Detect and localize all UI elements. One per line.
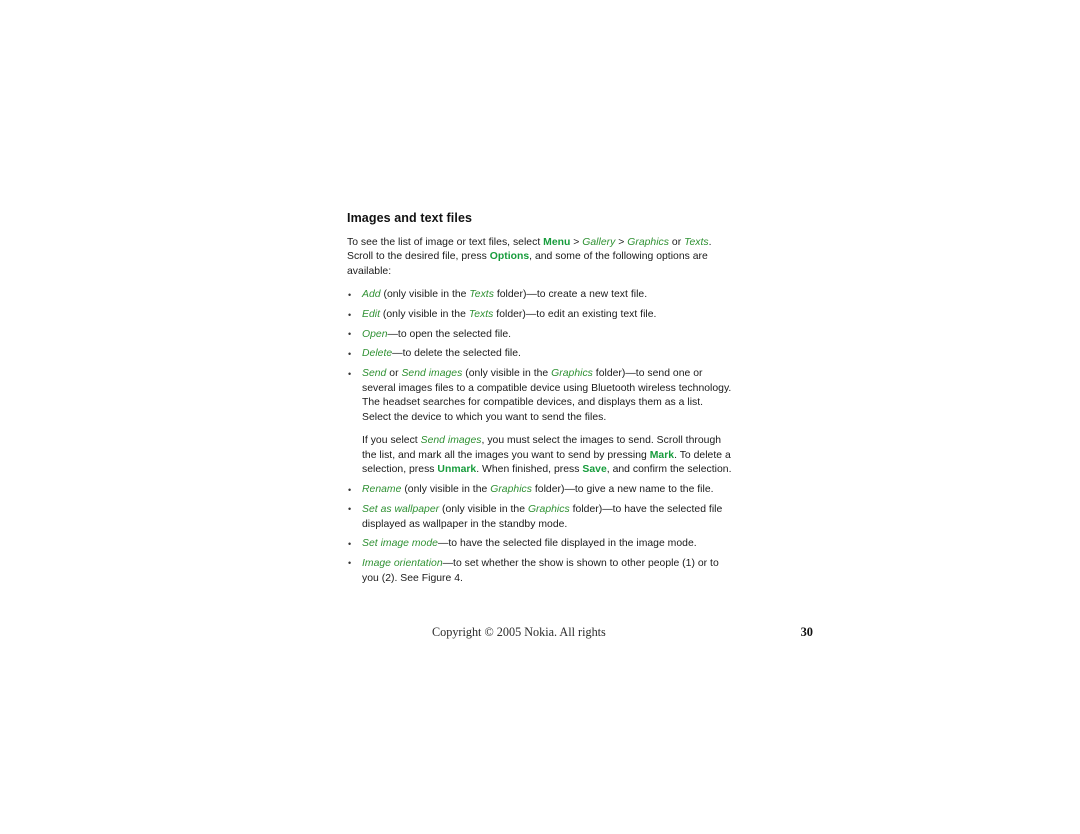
list-item: Image orientation—to set whether the sho… (347, 556, 734, 586)
option-text-1: (only visible in the (380, 289, 470, 301)
option-text-1: —to delete the selected file. (392, 348, 521, 360)
list-item: Edit (only visible in the Texts folder)—… (347, 308, 734, 323)
option-text-2: folder)—to edit an existing text file. (493, 309, 657, 320)
option-term-send-images: Send images (401, 368, 463, 380)
menu-item-texts: Texts (684, 236, 709, 248)
folder-name: Texts (469, 289, 494, 301)
menu-item-graphics: Graphics (627, 236, 669, 248)
ui-key-unmark: Unmark (437, 464, 477, 476)
option-text-1: (only visible in the (401, 484, 491, 496)
option-term: Rename (362, 484, 402, 496)
subpara-text-1: If you select (362, 435, 421, 447)
option-term: Open (362, 328, 388, 340)
list-item: Set image mode—to have the selected file… (347, 537, 734, 552)
list-item: Add (only visible in the Texts folder)—t… (347, 288, 734, 303)
intro-separator-1: > (570, 236, 583, 248)
option-term: Add (362, 289, 381, 301)
intro-paragraph: To see the list of image or text files, … (347, 236, 734, 280)
ui-key-menu: Menu (543, 236, 571, 248)
folder-name: Texts (468, 309, 494, 320)
subpara-text-5: , and confirm the selection. (606, 464, 732, 476)
option-term: Delete (362, 348, 393, 360)
page-footer: Copyright © 2005 Nokia. All rights 30 (347, 625, 813, 643)
option-term-send-images: Send images (420, 435, 482, 447)
option-term: Edit (362, 309, 380, 320)
ui-key-mark: Mark (649, 449, 675, 461)
page-number: 30 (800, 625, 813, 639)
option-text-1: (only visible in the (380, 309, 469, 320)
send-conjunction: or (386, 368, 402, 380)
page-title: Images and text files (347, 211, 473, 225)
page-content: Images and text files To see the list of… (347, 211, 734, 591)
intro-text-2: or (668, 236, 685, 248)
option-text-1: —to open the selected file. (387, 328, 512, 340)
option-text-2: folder)—to create a new text file. (493, 289, 648, 301)
options-list: Add (only visible in the Texts folder)—t… (347, 288, 734, 586)
send-images-subparagraph: If you select Send images, you must sele… (362, 434, 734, 478)
list-item: Open—to open the selected file. (347, 327, 734, 343)
option-term: Set as wallpaper (362, 503, 440, 515)
folder-name: Graphics (551, 368, 593, 380)
ui-key-save: Save (582, 464, 607, 476)
list-item: Set as wallpaper (only visible in the Gr… (347, 502, 734, 532)
option-term-send: Send (362, 368, 387, 380)
option-text-1: (only visible in the (439, 503, 528, 515)
folder-name: Graphics (490, 484, 532, 496)
send-text-1: (only visible in the (462, 368, 552, 380)
ui-key-options: Options (489, 251, 530, 263)
option-term: Set image mode (362, 538, 438, 550)
folder-name: Graphics (527, 503, 570, 515)
menu-item-gallery: Gallery (582, 236, 616, 248)
intro-text-1: To see the list of image or text files, … (347, 236, 544, 248)
document-page: Images and text files To see the list of… (0, 0, 1080, 834)
list-item: Rename (only visible in the Graphics fol… (347, 483, 734, 498)
option-term: Image orientation (362, 557, 443, 569)
list-item: Delete—to delete the selected file. (347, 347, 734, 362)
list-item-send: Send or Send images (only visible in the… (347, 367, 734, 478)
intro-separator-2: > (615, 236, 628, 248)
subpara-text-4: . When finished, press (476, 464, 583, 476)
option-text-1: —to have the selected file displayed in … (437, 538, 697, 550)
copyright-notice: Copyright © 2005 Nokia. All rights (432, 625, 606, 639)
option-text-2: folder)—to give a new name to the file. (531, 484, 714, 496)
